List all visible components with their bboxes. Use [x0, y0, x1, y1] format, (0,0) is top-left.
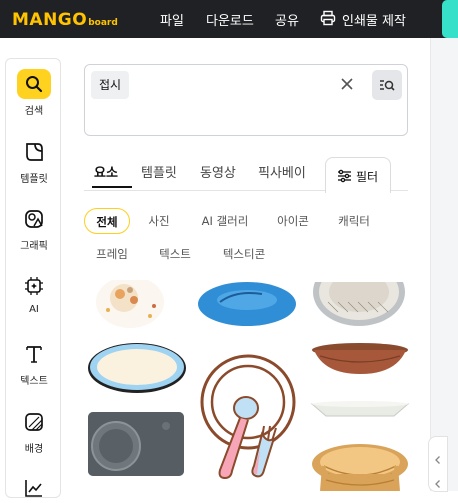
sidebar-item-search[interactable]: 검색: [6, 69, 62, 117]
category-photo[interactable]: 사진: [142, 208, 176, 234]
filter-label: 필터: [356, 170, 379, 184]
logo-sub-text: board: [88, 18, 118, 28]
sidebar-item-label: 검색: [24, 106, 44, 117]
tab-templates[interactable]: 템플릿: [141, 162, 177, 181]
result-food-plate-image[interactable]: [90, 280, 170, 330]
menu-file[interactable]: 파일: [160, 10, 184, 29]
text-icon: [17, 339, 51, 369]
category-text[interactable]: 텍스트: [153, 241, 197, 267]
filter-icon: [338, 169, 351, 183]
category-texticon[interactable]: 텍스티콘: [216, 241, 272, 267]
tab-elements[interactable]: 요소: [94, 162, 118, 181]
logo-main-text: MANGO: [12, 10, 88, 30]
search-button[interactable]: [372, 70, 402, 100]
category-icon[interactable]: 아이콘: [271, 208, 315, 234]
sidebar-item-label: 텍스트: [20, 376, 48, 387]
sidebar-item-label: 배경: [24, 444, 44, 455]
result-brown-bowl-image[interactable]: [310, 342, 410, 378]
menu-share[interactable]: 공유: [275, 10, 299, 29]
chart-icon: [17, 473, 51, 503]
category-character[interactable]: 캐릭터: [331, 208, 377, 234]
result-blue-rim-plate-image[interactable]: [86, 341, 188, 393]
sidebar-item-label: AI: [29, 304, 39, 315]
template-icon: [17, 137, 51, 167]
filter-button[interactable]: 필터: [325, 157, 391, 193]
tab-pixabay[interactable]: 픽사베이: [258, 162, 306, 181]
result-wicker-basket-image[interactable]: [310, 440, 410, 491]
canvas-area[interactable]: [431, 38, 458, 491]
background-icon: [17, 407, 51, 437]
result-dark-plate-photo[interactable]: [88, 412, 184, 476]
sidebar-item-label: 그래픽: [20, 241, 48, 252]
search-input[interactable]: 접시: [84, 64, 408, 136]
ai-chip-icon: [17, 271, 51, 301]
sidebar-item-background[interactable]: 배경: [6, 407, 62, 455]
search-icon: [17, 69, 51, 99]
category-ai-gallery[interactable]: AI 갤러리: [193, 208, 257, 234]
sidebar: 검색 템플릿 그래픽 AI 텍스트 배경: [5, 58, 61, 498]
category-frame[interactable]: 프레임: [90, 241, 134, 267]
category-all[interactable]: 전체: [84, 208, 130, 234]
menu-download[interactable]: 다운로드: [206, 10, 254, 29]
graphic-icon: [17, 204, 51, 234]
sidebar-item-ai[interactable]: AI: [6, 271, 62, 315]
search-list-icon: [380, 80, 395, 91]
upgrade-button[interactable]: [442, 0, 458, 38]
sidebar-item-text[interactable]: 텍스트: [6, 339, 62, 387]
result-plate-utensils-illustration[interactable]: [198, 346, 302, 486]
panel-collapse-handle[interactable]: [428, 436, 448, 492]
tab-videos[interactable]: 동영상: [200, 162, 236, 181]
sidebar-item-graphic[interactable]: 그래픽: [6, 204, 62, 252]
sidebar-item-label: 템플릿: [20, 174, 48, 185]
close-icon[interactable]: [338, 75, 356, 93]
sidebar-item-chart[interactable]: [6, 473, 62, 503]
tab-active-indicator: [92, 186, 132, 188]
search-query-chip[interactable]: 접시: [91, 71, 130, 99]
chevron-left-icon: [435, 456, 440, 464]
chevron-left-icon: [435, 480, 440, 488]
sidebar-item-template[interactable]: 템플릿: [6, 137, 62, 185]
top-bar: MANGO board 파일 다운로드 공유 인쇄물 제작: [0, 0, 458, 38]
menu-print-production[interactable]: 인쇄물 제작: [342, 10, 406, 29]
logo[interactable]: MANGO board: [12, 10, 118, 30]
result-pattern-plate-image[interactable]: [308, 282, 410, 328]
printer-icon[interactable]: [320, 10, 336, 26]
result-blue-plate-image[interactable]: [196, 282, 298, 332]
result-flat-plate-image[interactable]: [310, 398, 410, 420]
